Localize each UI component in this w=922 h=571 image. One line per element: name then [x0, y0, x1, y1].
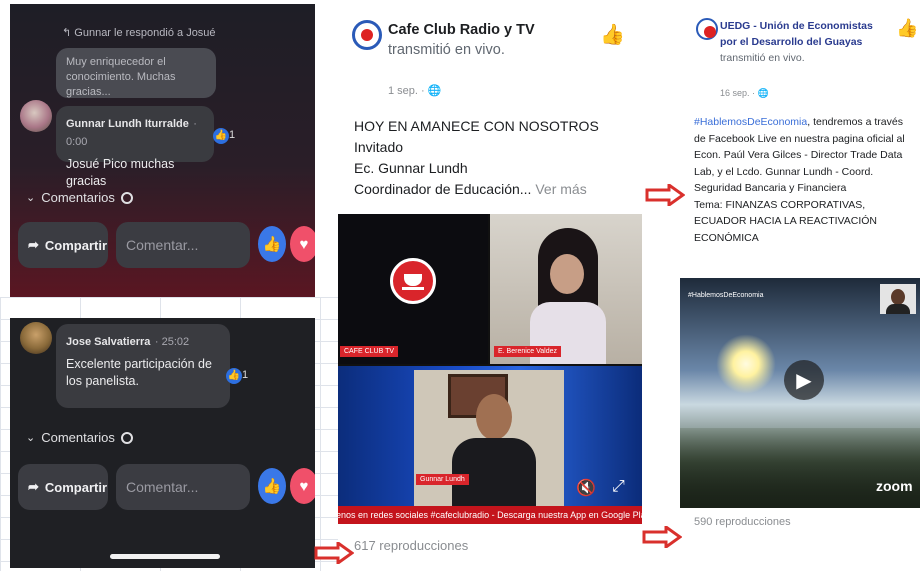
see-more-link[interactable]: Ver más: [535, 181, 586, 197]
page-name-link[interactable]: Cafe Club Radio y TV: [388, 22, 535, 38]
live-video[interactable]: #HablemosDeEconomia ▶ zoom: [680, 278, 920, 508]
video-ticker: enos en redes sociales #cafeclubradio - …: [338, 506, 642, 524]
comment-input[interactable]: Comentar...: [116, 464, 250, 510]
post-header: Cafe Club Radio y TV transmitió en vivo.: [388, 22, 535, 58]
reply-arrow-icon: ↰: [62, 27, 75, 39]
share-icon: ➦: [28, 479, 39, 494]
like-count: 1: [242, 369, 249, 381]
like-reaction-icon[interactable]: 👍: [258, 226, 286, 262]
fullscreen-icon[interactable]: ⤢: [612, 478, 625, 496]
comments-toggle[interactable]: ⌄ Comentarios: [26, 430, 133, 445]
post-body: #HablemosDeEconomia, tendremos a través …: [694, 114, 910, 246]
home-indicator: [110, 554, 220, 559]
love-reaction-icon[interactable]: ♥: [290, 468, 315, 504]
avatar[interactable]: [20, 100, 52, 132]
video-quadrant-guest: E. Berenice Valdez: [490, 214, 642, 364]
play-icon[interactable]: ▶: [784, 360, 824, 400]
red-arrow-icon: [314, 542, 354, 564]
post-date[interactable]: 16 sep. · 🌐: [720, 88, 769, 99]
video-quadrant-host: Gunnar Lundh 🔇 ⤢: [338, 366, 642, 506]
comment-input[interactable]: Comentar...: [116, 222, 250, 268]
previous-comment-bubble: Muy enriquecedor el conocimiento. Muchas…: [56, 48, 216, 98]
comments-label: Comentarios: [41, 430, 115, 445]
like-count: 1: [229, 129, 236, 141]
comment-screenshot-bottom: Jose Salvatierra · 25:02 Excelente parti…: [10, 318, 315, 568]
like-reaction-icon[interactable]: 👍: [258, 468, 286, 504]
chevron-down-icon: ⌄: [26, 192, 36, 204]
facebook-post-uedg: UEDG - Unión de Economistas por el Desar…: [652, 4, 920, 544]
red-arrow-icon: [642, 526, 682, 548]
hashtag-link[interactable]: #HablemosDeEconomia: [694, 116, 807, 128]
comments-toggle[interactable]: ⌄ Comentarios: [26, 190, 133, 205]
globe-icon: [120, 191, 133, 204]
facebook-post-cafe-club: Cafe Club Radio y TV transmitió en vivo.…: [338, 4, 644, 569]
comment-author[interactable]: Jose Salvatierra: [66, 336, 150, 348]
globe-icon: [120, 431, 133, 444]
globe-icon: 🌐: [427, 85, 442, 97]
share-button[interactable]: ➦ Compartir: [18, 464, 108, 510]
post-topic: Tema: FINANZAS CORPORATIVAS, ECUADOR HAC…: [694, 198, 878, 244]
video-label-guest: E. Berenice Valdez: [494, 346, 562, 357]
video-label-cafe: CAFE CLUB TV: [340, 346, 399, 357]
chevron-down-icon: ⌄: [26, 432, 36, 444]
post-body: HOY EN AMANECE CON NOSOTROS Invitado Ec.…: [354, 118, 599, 197]
comment-text: Excelente participación de los panelista…: [66, 357, 212, 388]
share-icon: ➦: [28, 237, 39, 252]
page-name-link[interactable]: UEDG - Unión de Economistas por el Desar…: [720, 20, 873, 48]
red-arrow-icon: [645, 184, 685, 206]
video-label-host: Gunnar Lundh: [416, 474, 469, 485]
comment-screenshot-top: ↰ Gunnar le respondió a Josué Muy enriqu…: [10, 4, 315, 297]
like-outline-icon[interactable]: 👍: [896, 18, 918, 39]
sun-glare: [716, 334, 776, 394]
comment-bubble: Gunnar Lundh Iturralde · 0:00 Josué Pico…: [56, 106, 214, 188]
globe-icon: 🌐: [757, 88, 769, 98]
comment-bubble: Jose Salvatierra · 25:02 Excelente parti…: [56, 324, 230, 408]
reply-notice: ↰ Gunnar le respondió a Josué: [62, 27, 216, 39]
avatar[interactable]: [20, 322, 52, 354]
like-badge-icon[interactable]: 👍: [226, 368, 242, 384]
comment-text: Josué Pico muchas gracias: [66, 157, 175, 188]
like-badge-icon[interactable]: 👍: [213, 128, 229, 144]
live-video[interactable]: CAFE CLUB TV E. Berenice Valdez Gunnar L…: [338, 214, 642, 524]
cafe-club-logo-icon: [390, 258, 436, 304]
love-reaction-icon[interactable]: ♥: [290, 226, 315, 262]
video-hashtag: #HablemosDeEconomia: [688, 292, 764, 299]
view-count: 590 reproducciones: [694, 516, 791, 528]
page-avatar[interactable]: [352, 20, 382, 50]
webcam-thumbnail: [880, 284, 916, 314]
comments-label: Comentarios: [41, 190, 115, 205]
share-button[interactable]: ➦ Compartir: [18, 222, 108, 268]
post-date[interactable]: 1 sep. · 🌐: [388, 84, 441, 97]
comment-author[interactable]: Gunnar Lundh Iturralde: [66, 118, 189, 130]
mute-icon[interactable]: 🔇: [576, 478, 596, 498]
comment-time[interactable]: 0:00: [66, 136, 87, 148]
video-quadrant-logo: CAFE CLUB TV: [338, 214, 488, 364]
zoom-logo: zoom: [876, 478, 913, 494]
view-count: 617 reproducciones: [354, 538, 469, 553]
post-header: UEDG - Unión de Economistas por el Desar…: [720, 20, 873, 64]
page-avatar[interactable]: [696, 18, 718, 40]
like-outline-icon[interactable]: 👍: [600, 22, 625, 47]
comment-time[interactable]: 25:02: [162, 336, 190, 348]
